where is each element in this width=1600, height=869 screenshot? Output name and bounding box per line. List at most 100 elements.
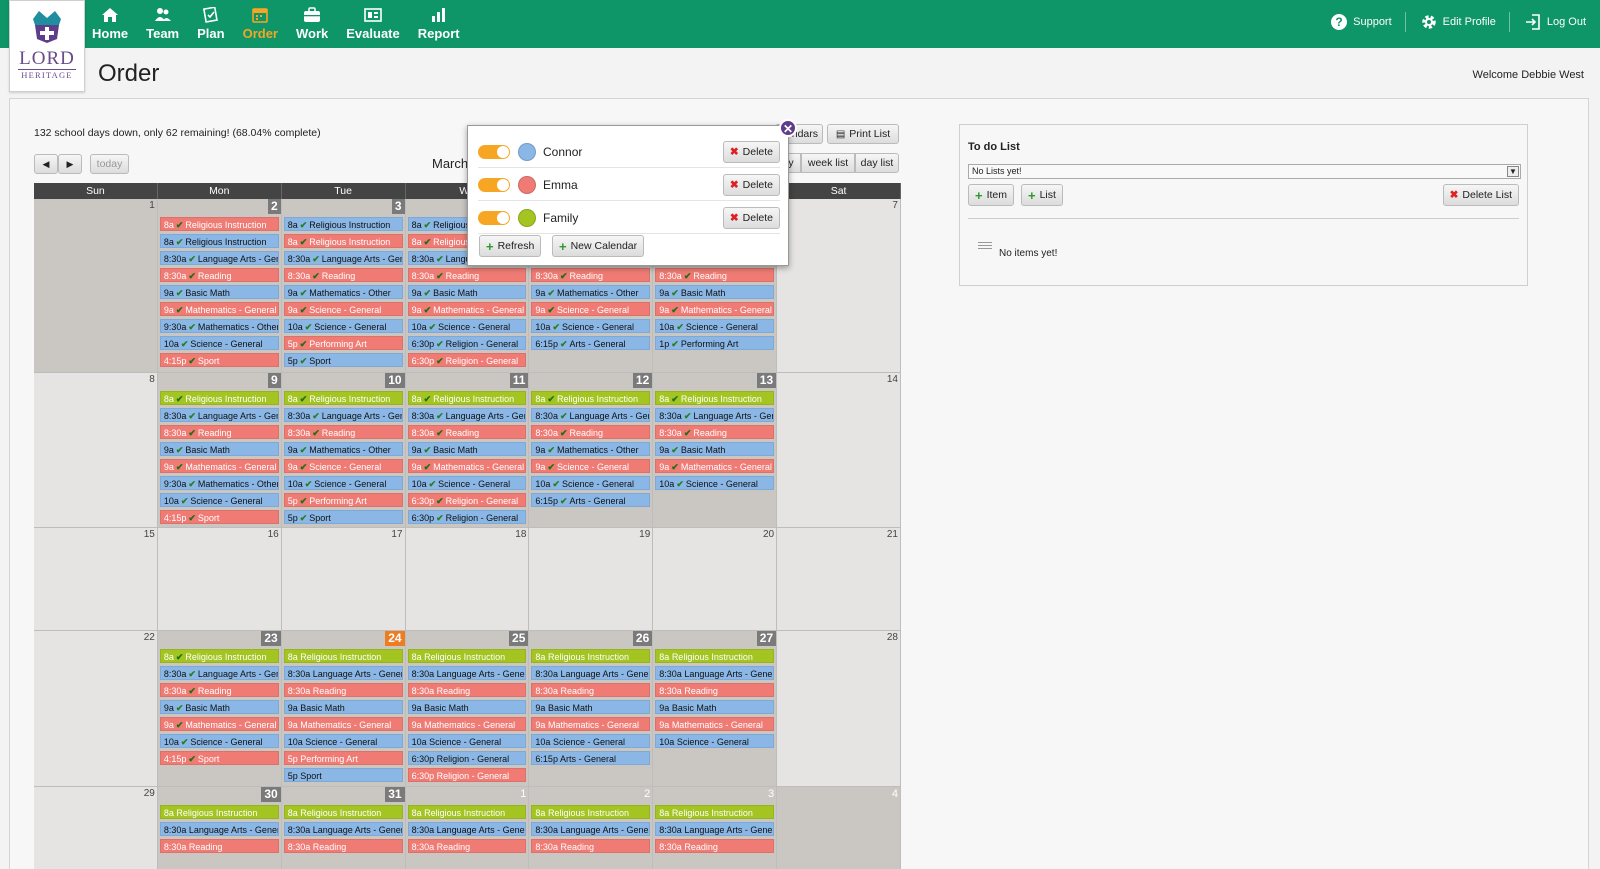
todo-list-select[interactable]: No Lists yet! ▼: [968, 164, 1521, 179]
calendar-event[interactable]: 9a ✔ Mathematics - General: [159, 459, 279, 473]
calendar-event[interactable]: 8:30a Language Arts - General: [159, 822, 279, 836]
calendar-event[interactable]: 9a ✔ Basic Math: [655, 285, 775, 299]
lord-heritage-logo[interactable]: LORD HERITAGE: [9, 0, 85, 92]
calendar-event[interactable]: 9a ✔ Basic Math: [159, 700, 279, 714]
calendar-event[interactable]: 10a Science - General: [407, 734, 527, 748]
today-button[interactable]: today: [90, 154, 129, 174]
calendar-event[interactable]: 10a Science - General: [655, 734, 775, 748]
calendar-event[interactable]: 8a ✔ Religious Instruction: [159, 391, 279, 405]
calendar-event[interactable]: 9a ✔ Mathematics - General: [407, 302, 527, 316]
calendar-event[interactable]: 4:15p ✔ Sport: [159, 510, 279, 524]
calendar-event[interactable]: 9a ✔ Science - General: [531, 459, 651, 473]
calendar-event[interactable]: 9a Basic Math: [283, 700, 403, 714]
calendar-event[interactable]: 8a Religious Instruction: [531, 649, 651, 663]
calendar-event[interactable]: 8a Religious Instruction: [283, 805, 403, 819]
calendar-event[interactable]: 8a ✔ Religious Instruction: [407, 391, 527, 405]
calendar-event[interactable]: 8:30a Language Arts - General: [283, 822, 403, 836]
calendar-event[interactable]: 8a ✔ Religious Instruction: [283, 391, 403, 405]
calendar-day-cell[interactable]: 14: [777, 373, 901, 528]
calendar-event[interactable]: 10a ✔ Science - General: [407, 476, 527, 490]
calendar-event[interactable]: 9a ✔ Basic Math: [407, 442, 527, 456]
calendar-event[interactable]: 9a ✔ Mathematics - General: [655, 459, 775, 473]
calendar-event[interactable]: 8a Religious Instruction: [159, 805, 279, 819]
calendar-event[interactable]: 4:15p ✔ Sport: [159, 751, 279, 765]
calendar-day-cell[interactable]: 1: [34, 199, 158, 373]
calendar-day-cell[interactable]: 7: [777, 199, 901, 373]
calendar-event[interactable]: 5p ✔ Sport: [283, 510, 403, 524]
calendar-event[interactable]: 10a ✔ Science - General: [283, 319, 403, 333]
calendar-event[interactable]: 8:30a✔Language Arts - General: [283, 251, 403, 265]
calendar-event[interactable]: 9a Mathematics - General: [407, 717, 527, 731]
calendar-event[interactable]: 8:30a Language Arts - General: [407, 666, 527, 680]
calendar-event[interactable]: 10a ✔ Science - General: [159, 734, 279, 748]
calendar-event[interactable]: 8:30a Reading: [283, 683, 403, 697]
delete-calendar-button[interactable]: ✖ Delete: [722, 140, 780, 163]
calendar-event[interactable]: 8:30a Reading: [655, 683, 775, 697]
calendar-color-swatch[interactable]: [518, 142, 536, 161]
calendar-event[interactable]: 9a ✔ Mathematics - Other: [283, 442, 403, 456]
calendar-day-cell[interactable]: 29: [34, 787, 158, 869]
calendar-toggle[interactable]: [478, 144, 510, 159]
calendar-event[interactable]: 8:30a Language Arts - General: [655, 666, 775, 680]
calendar-event[interactable]: 10a ✔ Science - General: [531, 319, 651, 333]
calendar-event[interactable]: 10a ✔ Science - General: [407, 319, 527, 333]
calendar-event[interactable]: 9a ✔ Mathematics - General: [159, 717, 279, 731]
calendar-day-cell[interactable]: 25 8a Religious Instruction 8:30a Language…: [405, 631, 530, 787]
delete-calendar-button[interactable]: ✖ Delete: [722, 206, 780, 229]
calendar-event[interactable]: 8:30a ✔ Reading: [283, 425, 403, 439]
calendar-event[interactable]: 6:30p ✔ Religion - General: [407, 493, 527, 507]
calendar-event[interactable]: 8:30a Reading: [407, 683, 527, 697]
calendar-event[interactable]: 8:30a✔Language Arts - General: [655, 408, 775, 422]
calendar-event[interactable]: 8a ✔ Religious Instruction: [283, 234, 403, 248]
calendar-event[interactable]: 8:30a Language Arts - General: [407, 822, 527, 836]
calendar-event[interactable]: 8a Religious Instruction: [407, 805, 527, 819]
calendar-event[interactable]: 5p Performing Art: [283, 751, 403, 765]
delete-list-button[interactable]: ✖ Delete List: [1442, 184, 1519, 206]
prev-month-button[interactable]: ◀: [34, 154, 58, 174]
add-list-button[interactable]: + List: [1021, 184, 1063, 206]
calendar-day-cell[interactable]: 20: [653, 528, 778, 631]
calendar-event[interactable]: 8a Religious Instruction: [407, 649, 527, 663]
calendar-event[interactable]: 8:30a Language Arts - General: [655, 822, 775, 836]
calendar-event[interactable]: 9a ✔ Mathematics - General: [655, 302, 775, 316]
calendar-event[interactable]: 8:30a Reading: [531, 839, 651, 853]
calendar-event[interactable]: 8:30a✔Language Arts - General: [407, 408, 527, 422]
calendar-event[interactable]: 8:30a ✔ Reading: [655, 425, 775, 439]
calendar-event[interactable]: 9a ✔ Basic Math: [655, 442, 775, 456]
calendar-toggle[interactable]: [478, 177, 510, 192]
calendar-event[interactable]: 8:30a Reading: [531, 683, 651, 697]
calendar-day-cell[interactable]: 1 8a Religious Instruction 8:30a Language …: [405, 787, 530, 869]
calendar-event[interactable]: 10a ✔ Science - General: [655, 476, 775, 490]
calendar-event[interactable]: 9:30a ✔ Mathematics - Other: [159, 476, 279, 490]
calendar-day-cell[interactable]: 21: [777, 528, 901, 631]
calendar-event[interactable]: 8:30a✔Language Arts - General: [283, 408, 403, 422]
print-list-button[interactable]: ▤ Print List: [827, 124, 899, 144]
calendar-event[interactable]: 8:30a ✔ Reading: [159, 683, 279, 697]
nav-report[interactable]: Report: [418, 0, 460, 48]
calendar-event[interactable]: 6:15p ✔ Arts - General: [531, 493, 651, 507]
calendar-event[interactable]: 9a ✔ Mathematics - Other: [531, 442, 651, 456]
calendar-event[interactable]: 8:30a ✔ Reading: [283, 268, 403, 282]
support-link[interactable]: ? Support: [1330, 12, 1406, 32]
calendar-toggle[interactable]: [478, 210, 510, 225]
calendar-event[interactable]: 6:30p ✔ Religion - General: [407, 336, 527, 350]
calendar-event[interactable]: 6:30p Religion - General: [407, 751, 527, 765]
calendar-event[interactable]: 9a ✔ Basic Math: [407, 285, 527, 299]
edit-profile-link[interactable]: Edit Profile: [1420, 12, 1510, 32]
nav-home[interactable]: Home: [92, 0, 128, 48]
calendar-day-cell[interactable]: 2 8a Religious Instruction 8:30a Language …: [529, 787, 654, 869]
calendar-event[interactable]: 8:30a Reading: [283, 839, 403, 853]
calendar-event[interactable]: 8:30a ✔ Reading: [531, 268, 651, 282]
calendar-day-cell[interactable]: 10 8a ✔ Religious Instruction 8:30a ✔ Language…: [281, 373, 406, 528]
calendar-event[interactable]: 9a Mathematics - General: [283, 717, 403, 731]
calendar-event[interactable]: 9a Mathematics - General: [531, 717, 651, 731]
calendar-day-cell[interactable]: 16: [157, 528, 282, 631]
calendar-day-cell[interactable]: 2 8a ✔ Religious Instruction 8a ✔ Religious In…: [157, 199, 282, 373]
calendar-event[interactable]: 9a Basic Math: [655, 700, 775, 714]
calendar-event[interactable]: 5p ✔ Sport: [283, 353, 403, 367]
calendar-event[interactable]: 8a ✔ Religious Instruction: [655, 391, 775, 405]
calendar-event[interactable]: 8a ✔ Religious Instruction: [159, 234, 279, 248]
calendar-event[interactable]: 9a ✔ Science - General: [283, 459, 403, 473]
calendar-event[interactable]: 8:30a ✔ Reading: [407, 425, 527, 439]
calendar-day-cell[interactable]: 12 8a ✔ Religious Instruction 8:30a ✔ Language…: [529, 373, 654, 528]
